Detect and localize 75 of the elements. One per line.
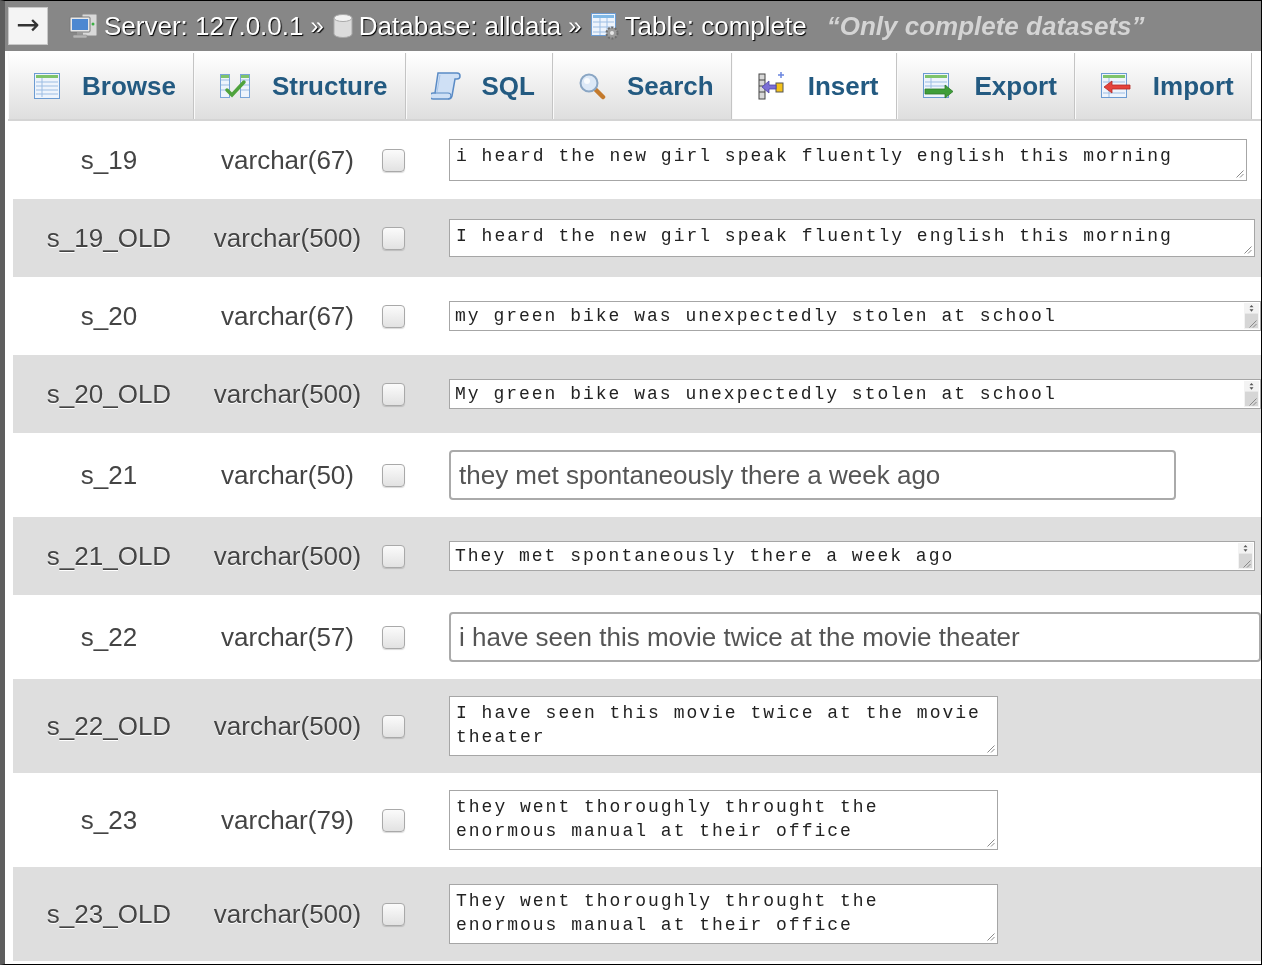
column-type: varchar(67) bbox=[220, 300, 355, 332]
nav-toggle-button[interactable]: → bbox=[8, 7, 48, 45]
scrollbar[interactable] bbox=[1244, 303, 1259, 329]
table-icon bbox=[33, 72, 61, 100]
table-arrow-left-icon bbox=[1099, 72, 1132, 100]
resize-grip-icon[interactable] bbox=[1243, 560, 1251, 568]
column-name: s_21 bbox=[79, 459, 139, 491]
column-name: s_20_OLD bbox=[45, 378, 173, 410]
checkbox[interactable] bbox=[382, 902, 405, 926]
textarea-field[interactable]: I heard the new girl speak fluently english this morning bbox=[449, 219, 1255, 257]
checkbox[interactable] bbox=[382, 463, 405, 487]
computer-icon bbox=[69, 12, 99, 40]
database-icon bbox=[331, 13, 354, 39]
column-type: varchar(500) bbox=[212, 378, 363, 410]
tab[interactable]: Browse bbox=[8, 53, 194, 119]
column-type: varchar(500) bbox=[212, 710, 363, 742]
textarea-field[interactable]: my green bike was unexpectedly stolen at school bbox=[449, 301, 1261, 331]
tab[interactable]: Insert bbox=[731, 53, 897, 119]
breadcrumb-separator: » bbox=[568, 12, 582, 40]
checkbox[interactable] bbox=[382, 808, 405, 832]
column-type: varchar(79) bbox=[220, 804, 355, 836]
checkbox[interactable] bbox=[382, 714, 405, 738]
scrollbar[interactable] bbox=[1238, 543, 1253, 569]
column-name: s_19 bbox=[79, 144, 139, 176]
textarea-field[interactable]: My green bike was unexpectedly stolen at school bbox=[449, 379, 1261, 409]
checkbox[interactable] bbox=[382, 304, 405, 328]
table-columns-check-icon bbox=[218, 72, 251, 100]
textarea-field[interactable]: they went thoroughly throught the enormous manual at their office bbox=[449, 790, 998, 850]
column-name: s_19_OLD bbox=[45, 222, 173, 254]
column-name: s_20 bbox=[79, 300, 139, 332]
column-name: s_22_OLD bbox=[45, 710, 173, 742]
breadcrumb-link[interactable]: Database: alldata bbox=[358, 10, 562, 42]
breadcrumb-link[interactable]: Server: 127.0.0.1 bbox=[104, 10, 304, 42]
table-comment: “Only complete datasets” bbox=[826, 10, 1145, 42]
resize-grip-icon[interactable] bbox=[987, 745, 995, 753]
input-field[interactable]: i have seen this movie twice at the movie theater bbox=[449, 612, 1261, 662]
input-field[interactable]: they met spontaneously there a week ago bbox=[449, 450, 1176, 500]
textarea-field[interactable]: I have seen this movie twice at the movie theater bbox=[449, 696, 998, 756]
checkbox[interactable] bbox=[382, 148, 405, 172]
column-name: s_22 bbox=[79, 621, 139, 653]
tab[interactable]: Import bbox=[1074, 53, 1252, 119]
breadcrumb-separator: » bbox=[310, 12, 324, 40]
table-arrow-right-icon bbox=[921, 72, 954, 100]
column-type: varchar(500) bbox=[212, 898, 363, 930]
column-type: varchar(67) bbox=[220, 144, 355, 176]
scroll-icon bbox=[430, 71, 461, 101]
tab[interactable]: SQL bbox=[405, 53, 553, 119]
insert-arrow-icon bbox=[756, 71, 787, 101]
resize-grip-icon[interactable] bbox=[1249, 398, 1257, 406]
column-type: varchar(57) bbox=[220, 621, 355, 653]
resize-grip-icon[interactable] bbox=[987, 839, 995, 847]
search-icon bbox=[577, 72, 606, 100]
breadcrumb-link[interactable]: Table: complete bbox=[624, 10, 807, 42]
checkbox[interactable] bbox=[382, 226, 405, 250]
resize-grip-icon[interactable] bbox=[987, 933, 995, 941]
column-name: s_23 bbox=[79, 804, 139, 836]
column-type: varchar(500) bbox=[212, 222, 363, 254]
textarea-field[interactable]: i heard the new girl speak fluently english this morning bbox=[449, 139, 1247, 181]
textarea-field[interactable]: They met spontaneously there a week ago bbox=[449, 541, 1255, 571]
resize-grip-icon[interactable] bbox=[1244, 246, 1252, 254]
tab[interactable]: Export bbox=[896, 53, 1075, 119]
column-name: s_23_OLD bbox=[45, 898, 173, 930]
tab[interactable]: Structure bbox=[193, 53, 406, 119]
table-gear-icon bbox=[589, 12, 620, 40]
textarea-field[interactable]: They went thoroughly throught the enormous manual at their office bbox=[449, 884, 998, 944]
resize-grip-icon[interactable] bbox=[1249, 320, 1257, 328]
column-name: s_21_OLD bbox=[45, 540, 173, 572]
column-type: varchar(50) bbox=[220, 459, 355, 491]
checkbox[interactable] bbox=[382, 382, 405, 406]
resize-grip-icon[interactable] bbox=[1236, 170, 1244, 178]
tab[interactable]: Search bbox=[552, 53, 732, 119]
checkbox[interactable] bbox=[382, 544, 405, 568]
checkbox[interactable] bbox=[382, 625, 405, 649]
scrollbar[interactable] bbox=[1244, 381, 1259, 407]
column-type: varchar(500) bbox=[212, 540, 363, 572]
